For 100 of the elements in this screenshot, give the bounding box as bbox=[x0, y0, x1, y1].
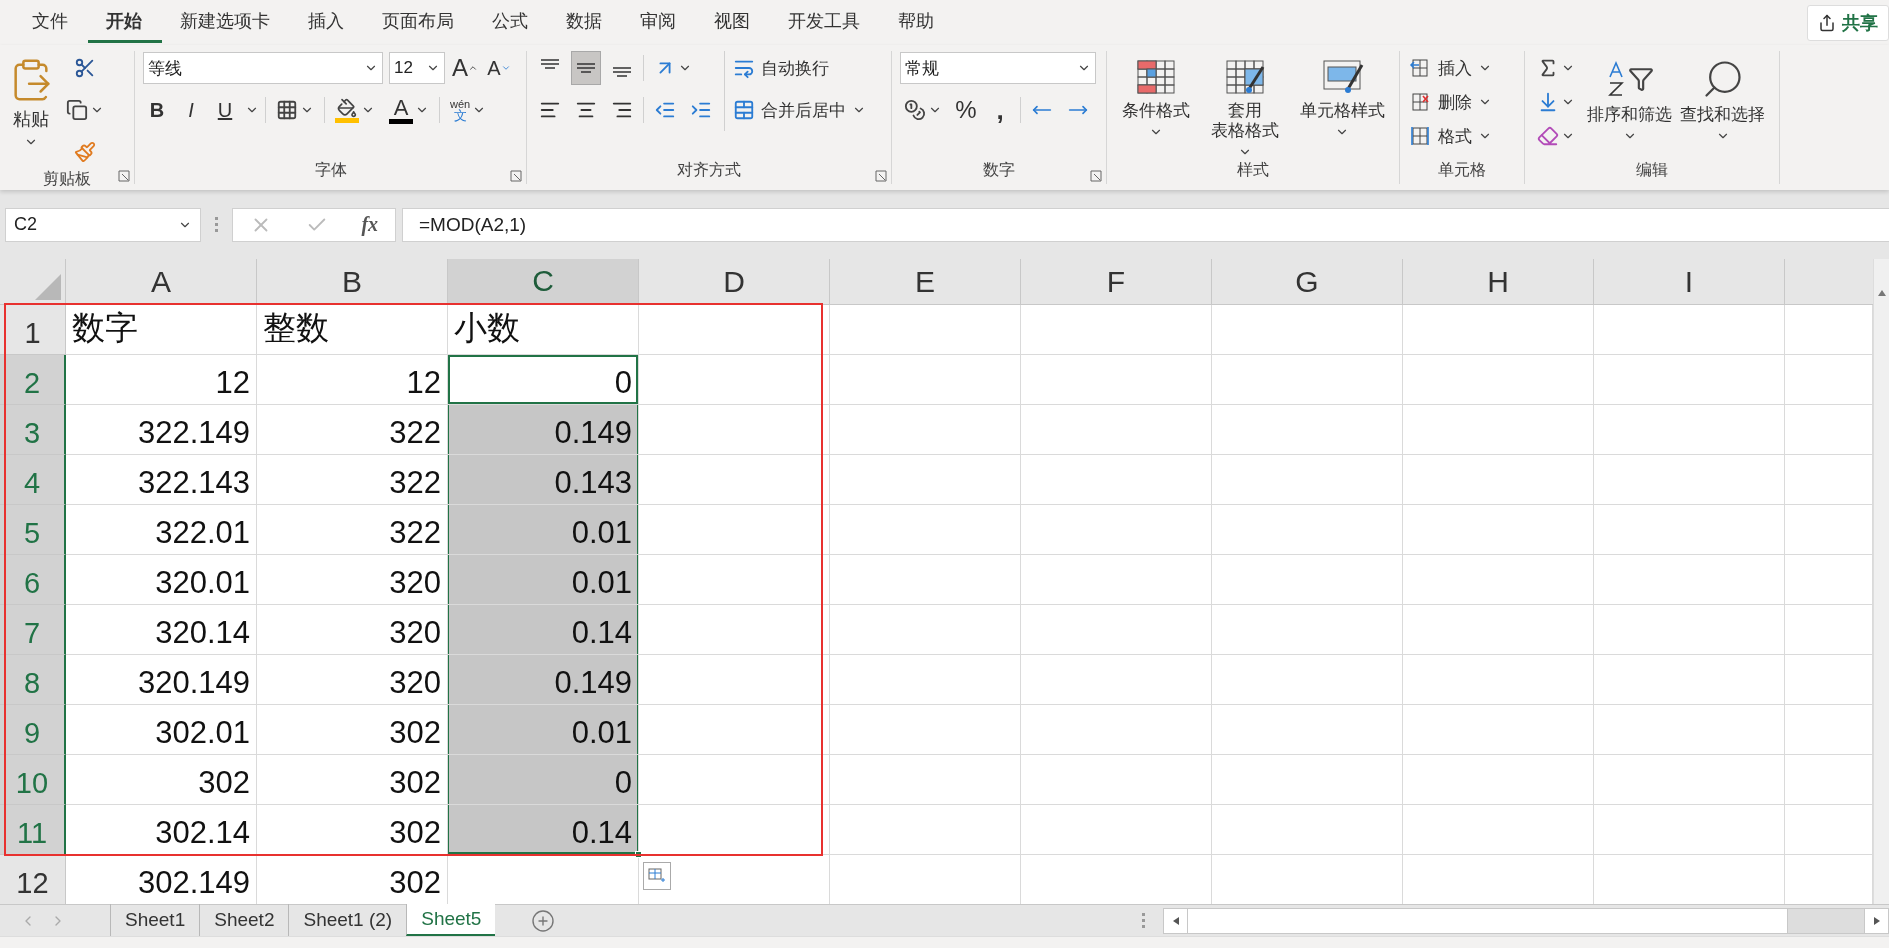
style-button[interactable]: 套用 表格格式 bbox=[1210, 51, 1279, 160]
column-header[interactable]: I bbox=[1594, 259, 1785, 305]
table-cell: 320.01 bbox=[66, 555, 257, 605]
group-label: 编辑 bbox=[1635, 160, 1669, 180]
wrap-text-button[interactable]: 自动换行 bbox=[733, 51, 866, 85]
column-header[interactable]: E bbox=[830, 259, 1021, 305]
italic-button[interactable]: I bbox=[177, 93, 205, 127]
table-cell: 322 bbox=[257, 405, 448, 455]
up-arrow-icon bbox=[1876, 289, 1887, 297]
copy-icon bbox=[66, 99, 88, 121]
table-cell: 0.143 bbox=[448, 455, 639, 505]
row-header[interactable]: 11 bbox=[0, 805, 66, 855]
paintbrush-icon bbox=[74, 141, 96, 163]
table-cell: 0.01 bbox=[448, 705, 639, 755]
table-cell: 302 bbox=[66, 755, 257, 805]
cells-button[interactable]: 删除 bbox=[1408, 85, 1492, 119]
paste-label: 粘贴 bbox=[13, 108, 49, 131]
column-header[interactable]: D bbox=[639, 259, 830, 305]
group-label: 剪贴板 bbox=[42, 169, 92, 189]
column-header[interactable]: H bbox=[1403, 259, 1594, 305]
row-header[interactable]: 7 bbox=[0, 605, 66, 655]
editing-button[interactable]: 查找和选择 bbox=[1680, 51, 1765, 160]
name-box[interactable]: C2 bbox=[5, 207, 201, 242]
formula-input[interactable]: =MOD(A2,1) bbox=[402, 207, 1889, 242]
coins-icon bbox=[904, 99, 926, 121]
row-header[interactable]: 3 bbox=[0, 405, 66, 455]
style-button[interactable]: 单元格样式 bbox=[1299, 51, 1385, 160]
dialog-launcher-icon[interactable] bbox=[1090, 168, 1102, 180]
row-header[interactable]: 10 bbox=[0, 755, 66, 805]
table-cell: 0.149 bbox=[448, 655, 639, 705]
ribbon-tab[interactable]: 开发工具 bbox=[770, 2, 880, 43]
table-cell: 整数 bbox=[257, 305, 448, 355]
style-button[interactable]: 条件格式 bbox=[1121, 51, 1190, 160]
ribbon-tab[interactable]: 页面布局 bbox=[364, 2, 474, 43]
table-cell: 322 bbox=[257, 455, 448, 505]
percent-button[interactable]: % bbox=[952, 93, 980, 127]
paste-button[interactable]: 粘贴 bbox=[8, 51, 54, 169]
dialog-launcher-icon[interactable] bbox=[510, 168, 522, 180]
add-sheet-icon[interactable] bbox=[531, 908, 556, 933]
align-lines-icon bbox=[612, 67, 632, 77]
quick-analysis-button[interactable] bbox=[643, 862, 671, 890]
cells-button[interactable]: 插入 bbox=[1408, 51, 1492, 85]
ribbon-tab[interactable]: 审阅 bbox=[622, 2, 696, 43]
grip-icon bbox=[215, 217, 218, 232]
insert-function-button[interactable]: fx bbox=[361, 213, 379, 236]
phonetic-button[interactable]: wén 文 bbox=[446, 93, 491, 127]
row-header[interactable]: 12 bbox=[0, 855, 66, 904]
ribbon-tab[interactable]: 数据 bbox=[548, 2, 622, 43]
vertical-align-button[interactable] bbox=[571, 51, 601, 85]
table-cell: 小数 bbox=[448, 305, 639, 355]
row-header[interactable]: 2 bbox=[0, 355, 66, 405]
table-cell: 322.143 bbox=[66, 455, 257, 505]
ribbon-tab[interactable]: 开始 bbox=[88, 2, 162, 43]
table-cell: 320.14 bbox=[66, 605, 257, 655]
bold-button[interactable]: B bbox=[143, 93, 171, 127]
ribbon-tab[interactable]: 文件 bbox=[14, 2, 88, 43]
table-cell: 302 bbox=[257, 755, 448, 805]
column-header[interactable]: G bbox=[1212, 259, 1403, 305]
color-bar bbox=[335, 117, 359, 123]
grow-font-button[interactable]: A bbox=[451, 51, 479, 85]
table-cell: 0 bbox=[448, 755, 639, 805]
column-header[interactable]: B bbox=[257, 259, 448, 305]
ribbon-tab[interactable]: 帮助 bbox=[880, 2, 954, 43]
dialog-launcher-icon[interactable] bbox=[875, 168, 887, 180]
comma-style-button[interactable]: , bbox=[986, 93, 1014, 127]
group-label: 对齐方式 bbox=[676, 160, 742, 180]
row-header[interactable]: 6 bbox=[0, 555, 66, 605]
column-header[interactable]: A bbox=[66, 259, 257, 305]
font-size-select[interactable]: 12 bbox=[389, 52, 445, 84]
select-all-button[interactable] bbox=[0, 259, 66, 305]
column-header[interactable]: C bbox=[448, 259, 639, 305]
paint-bucket-icon bbox=[337, 97, 357, 118]
font-name-select[interactable]: 等线 bbox=[143, 52, 383, 84]
share-button[interactable]: 共享 bbox=[1807, 4, 1889, 41]
row-header[interactable]: 1 bbox=[0, 305, 66, 355]
sheet-tab[interactable]: Sheet5 bbox=[406, 904, 496, 936]
table-cell: 12 bbox=[257, 355, 448, 405]
table-icon bbox=[648, 868, 666, 884]
merge-center-button[interactable]: 合并后居中 bbox=[733, 93, 866, 127]
editing-button[interactable]: 排序和筛选 bbox=[1587, 51, 1672, 160]
ribbon-tab[interactable]: 公式 bbox=[474, 2, 548, 43]
ribbon-tab[interactable]: 视图 bbox=[696, 2, 770, 43]
group-label: 数字 bbox=[982, 160, 1016, 180]
row-header[interactable]: 9 bbox=[0, 705, 66, 755]
row-header[interactable]: 8 bbox=[0, 655, 66, 705]
dialog-launcher-icon[interactable] bbox=[118, 168, 130, 180]
vertical-scrollbar[interactable] bbox=[1873, 259, 1889, 904]
underline-button[interactable]: U bbox=[211, 93, 239, 127]
shrink-font-button[interactable]: A bbox=[485, 51, 513, 85]
column-header[interactable]: F bbox=[1021, 259, 1212, 305]
align-lines-icon bbox=[576, 63, 596, 73]
horizontal-scrollbar[interactable] bbox=[1163, 907, 1889, 934]
cells-button[interactable]: 格式 bbox=[1408, 119, 1492, 153]
row-header[interactable]: 5 bbox=[0, 505, 66, 555]
number-format-select[interactable]: 常规 bbox=[900, 52, 1096, 84]
row-header[interactable]: 4 bbox=[0, 455, 66, 505]
font-color-button[interactable]: A bbox=[385, 93, 433, 127]
ribbon-tab[interactable]: 新建选项卡 bbox=[162, 2, 290, 43]
ribbon-tab[interactable]: 插入 bbox=[290, 2, 364, 43]
table-cell: 0.01 bbox=[448, 505, 639, 555]
